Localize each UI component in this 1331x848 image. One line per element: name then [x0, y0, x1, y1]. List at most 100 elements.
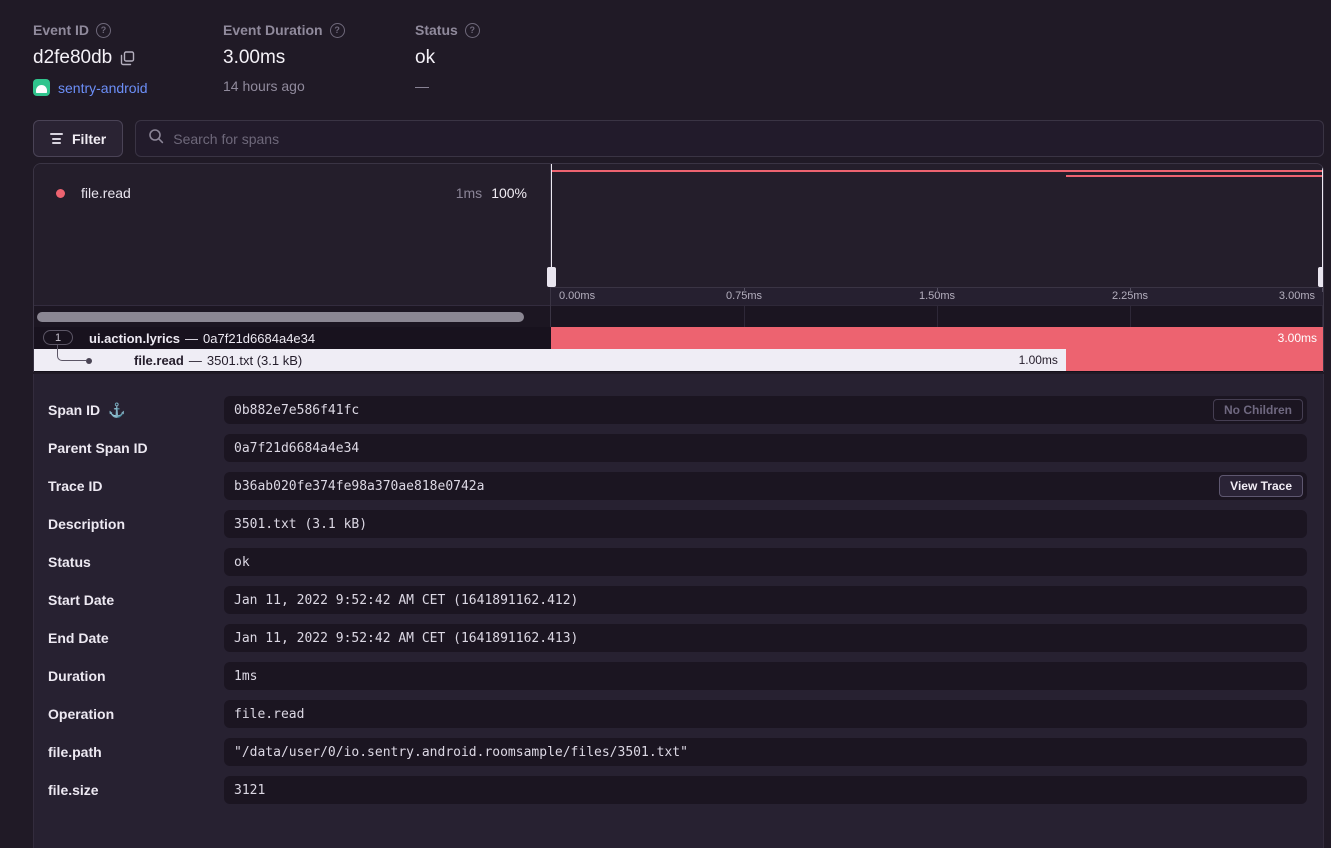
span-separator: — — [185, 331, 198, 346]
help-icon[interactable]: ? — [96, 23, 111, 38]
time-axis: 0.00ms0.75ms1.50ms2.25ms3.00ms — [551, 287, 1323, 305]
horizontal-scrollbar[interactable] — [34, 305, 550, 327]
axis-tick-mark — [937, 288, 938, 292]
detail-label: End Date — [34, 630, 224, 646]
project-link[interactable]: sentry-android — [58, 80, 148, 96]
detail-label: Duration — [34, 668, 224, 684]
span-duration-bar[interactable] — [1066, 349, 1323, 371]
grid-line — [744, 306, 745, 327]
scrollbar-thumb[interactable] — [37, 312, 524, 322]
span-row-parent[interactable]: 1 ui.action.lyrics — 0a7f21d6684a4e34 3.… — [34, 327, 1323, 349]
detail-label: Trace ID — [34, 478, 224, 494]
detail-row: Status ok — [34, 548, 1307, 576]
detail-row: End Date Jan 11, 2022 9:52:42 AM CET (16… — [34, 624, 1307, 652]
op-legend-duration: 1ms — [456, 185, 482, 201]
trace-left-panel: file.read 1ms 100% — [34, 164, 551, 327]
event-header: Event ID ? d2fe80db sentry-android Event… — [33, 22, 480, 96]
span-op: file.read — [134, 353, 184, 368]
search-icon — [148, 128, 164, 149]
detail-row: Operation file.read — [34, 700, 1307, 728]
axis-tick-mark — [1322, 288, 1323, 292]
detail-label: Span ID⚓ — [34, 402, 224, 419]
axis-tick-label: 3.00ms — [1279, 290, 1315, 302]
detail-label: Operation — [34, 706, 224, 722]
minimap-span-line — [1066, 175, 1323, 177]
detail-value: Jan 11, 2022 9:52:42 AM CET (1641891162.… — [224, 624, 1307, 652]
detail-value: Jan 11, 2022 9:52:42 AM CET (1641891162.… — [224, 586, 1307, 614]
grid-line — [1130, 306, 1131, 327]
span-bar-label: 3.00ms — [1278, 327, 1317, 349]
detail-label: Description — [34, 516, 224, 532]
detail-label: file.size — [34, 782, 224, 798]
android-platform-icon — [33, 79, 50, 96]
span-desc: 0a7f21d6684a4e34 — [203, 331, 315, 346]
minimap-left-handle[interactable] — [551, 164, 552, 287]
op-color-dot — [56, 189, 65, 198]
detail-label: Status — [34, 554, 224, 570]
span-count-badge[interactable]: 1 — [43, 330, 73, 345]
event-duration-ago: 14 hours ago — [223, 78, 415, 94]
detail-label: Start Date — [34, 592, 224, 608]
span-duration-bar[interactable] — [551, 327, 1323, 349]
drag-grip[interactable] — [547, 267, 556, 287]
drag-grip[interactable] — [1318, 267, 1324, 287]
timeline-scroll-strip — [551, 305, 1323, 327]
detail-value: 0a7f21d6684a4e34 — [224, 434, 1307, 462]
span-separator: — — [189, 353, 202, 368]
detail-row: file.path "/data/user/0/io.sentry.androi… — [34, 738, 1307, 766]
toolbar: Filter — [33, 120, 1324, 157]
grid-line — [1322, 306, 1323, 327]
detail-row: Parent Span ID 0a7f21d6684a4e34 — [34, 434, 1307, 462]
detail-value: 0b882e7e586f41fcNo Children — [224, 396, 1307, 424]
detail-value: ok — [224, 548, 1307, 576]
status-sub: — — [415, 78, 480, 94]
axis-tick-mark — [1130, 288, 1131, 292]
detail-label: file.path — [34, 744, 224, 760]
trace-view: file.read 1ms 100% 0.00ms0.75ms1.50ms2.2… — [33, 163, 1324, 372]
help-icon[interactable]: ? — [330, 23, 345, 38]
detail-row: Duration 1ms — [34, 662, 1307, 690]
detail-row: file.size 3121 — [34, 776, 1307, 804]
detail-value: b36ab020fe374fe98a370ae818e0742aView Tra… — [224, 472, 1307, 500]
event-duration-label: Event Duration — [223, 22, 323, 38]
copy-icon[interactable] — [120, 51, 135, 66]
span-details-panel: Span ID⚓ 0b882e7e586f41fcNo Children Par… — [33, 374, 1324, 848]
trace-minimap-panel: 0.00ms0.75ms1.50ms2.25ms3.00ms — [551, 164, 1323, 327]
anchor-icon[interactable]: ⚓ — [108, 402, 125, 419]
span-desc: 3501.txt (3.1 kB) — [207, 353, 302, 368]
minimap-right-handle[interactable] — [1322, 164, 1323, 287]
event-id-value: d2fe80db — [33, 47, 112, 69]
span-row-child-selected[interactable]: file.read — 3501.txt (3.1 kB) 1.00ms — [34, 349, 1323, 372]
detail-label: Parent Span ID — [34, 440, 224, 456]
search-input[interactable] — [173, 131, 1311, 147]
filter-button-label: Filter — [72, 131, 106, 147]
op-legend-name: file.read — [81, 185, 131, 201]
span-search-box[interactable] — [135, 120, 1324, 157]
event-duration-value: 3.00ms — [223, 47, 285, 69]
detail-row: Description 3501.txt (3.1 kB) — [34, 510, 1307, 538]
detail-value: file.read — [224, 700, 1307, 728]
detail-value: 3121 — [224, 776, 1307, 804]
op-legend-percent: 100% — [491, 185, 527, 201]
minimap-span-line — [551, 170, 1323, 172]
grid-line — [937, 306, 938, 327]
event-id-column: Event ID ? d2fe80db sentry-android — [33, 22, 223, 96]
filter-button[interactable]: Filter — [33, 120, 123, 157]
status-column: Status ? ok — — [415, 22, 480, 96]
help-icon[interactable]: ? — [465, 23, 480, 38]
detail-value: 3501.txt (3.1 kB) — [224, 510, 1307, 538]
detail-row: Trace ID b36ab020fe374fe98a370ae818e0742… — [34, 472, 1307, 500]
view-trace-button[interactable]: View Trace — [1219, 475, 1303, 497]
trace-minimap[interactable] — [551, 164, 1323, 287]
no-children-button: No Children — [1213, 399, 1303, 421]
detail-value: 1ms — [224, 662, 1307, 690]
span-bar-label: 1.00ms — [1019, 349, 1058, 371]
axis-tick-mark — [744, 288, 745, 292]
status-label: Status — [415, 22, 458, 38]
detail-value: "/data/user/0/io.sentry.android.roomsamp… — [224, 738, 1307, 766]
tree-connector — [57, 345, 86, 361]
detail-row: Start Date Jan 11, 2022 9:52:42 AM CET (… — [34, 586, 1307, 614]
filter-icon — [50, 133, 63, 144]
event-duration-column: Event Duration ? 3.00ms 14 hours ago — [223, 22, 415, 96]
event-id-label: Event ID — [33, 22, 89, 38]
